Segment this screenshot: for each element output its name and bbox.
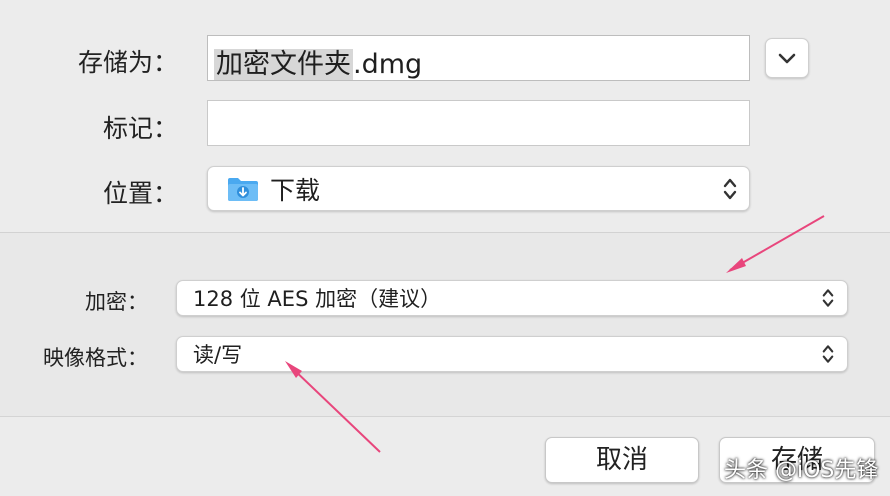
arrow-icon: [726, 215, 825, 273]
annotation-arrows: [285, 215, 825, 453]
arrow-icon: [285, 361, 381, 453]
watermark: 头条 @iOS先锋: [724, 458, 879, 483]
